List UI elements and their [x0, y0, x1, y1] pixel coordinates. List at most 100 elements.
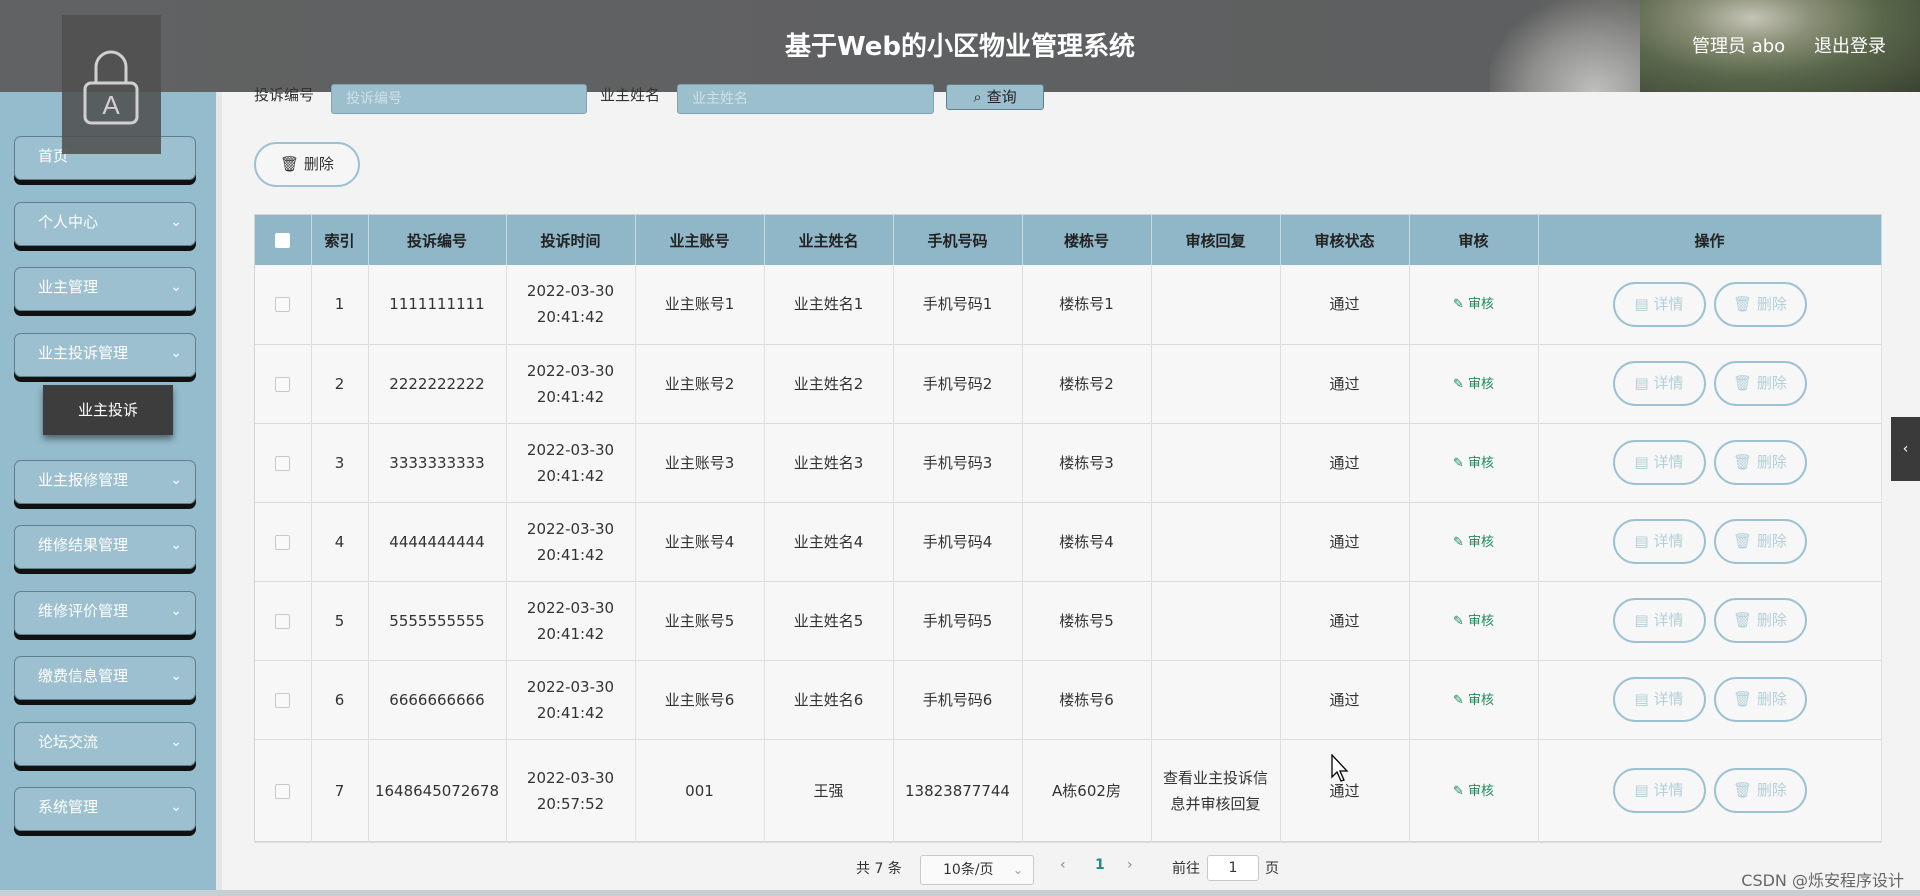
next-page-button[interactable]: ›	[1127, 857, 1133, 873]
delete-button[interactable]: 🗑 删除	[1713, 440, 1807, 485]
delete-button-label: 删除	[1756, 690, 1787, 708]
audit-link[interactable]: ✎ 审核	[1453, 297, 1494, 312]
delete-button[interactable]: 🗑 删除	[1713, 677, 1807, 722]
table-row: 7 1648645072678 2022-03-30 20:57:52 001 王强 13…	[255, 739, 1882, 842]
goto-page-input[interactable]: 1	[1207, 855, 1259, 881]
cell-status: 通过	[1280, 502, 1410, 581]
owner-name-input[interactable]: 业主姓名	[677, 84, 934, 114]
document-icon: ▤	[1634, 781, 1654, 799]
sidebar-item[interactable]: 论坛交流 ⌄	[14, 722, 196, 766]
sidebar-item[interactable]: 业主报修管理 ⌄	[14, 460, 196, 504]
cell-index: 1	[311, 265, 369, 344]
select-all-checkbox[interactable]	[275, 233, 291, 248]
cell-code: 3333333333	[368, 423, 507, 502]
delete-button-label: 删除	[1756, 781, 1787, 799]
delete-button[interactable]: 🗑 删除	[1713, 519, 1807, 564]
detail-button[interactable]: ▤ 详情	[1612, 440, 1706, 485]
sidebar-item[interactable]: 业主管理 ⌄	[14, 267, 196, 311]
sidebar-item[interactable]: 维修评价管理 ⌄	[14, 591, 196, 635]
chevron-down-icon: ⌄	[170, 214, 182, 230]
cell-status: 通过	[1280, 344, 1410, 423]
page-number[interactable]: 1	[1095, 857, 1105, 873]
row-checkbox[interactable]	[275, 455, 291, 471]
audit-link[interactable]: ✎ 审核	[1453, 693, 1494, 708]
cell-account: 业主账号3	[635, 423, 765, 502]
sidebar-item[interactable]: 缴费信息管理 ⌄	[14, 656, 196, 700]
sidebar-item[interactable]: 维修结果管理 ⌄	[14, 525, 196, 569]
chevron-down-icon: ⌄	[170, 668, 182, 684]
document-icon: ▤	[1634, 611, 1654, 629]
row-checkbox[interactable]	[275, 692, 291, 708]
detail-button-label: 详情	[1653, 532, 1684, 550]
sidebar-subitem-owner-complaint[interactable]: 业主投诉	[43, 385, 173, 435]
pencil-icon: ✎	[1452, 692, 1468, 708]
cell-code: 1648645072678	[368, 739, 507, 842]
delete-button[interactable]: 🗑 删除	[1713, 281, 1807, 327]
delete-button[interactable]: 🗑 删除	[1713, 768, 1807, 813]
audit-link-label: 审核	[1468, 613, 1495, 629]
column-header: 业主姓名	[764, 215, 894, 265]
audit-link[interactable]: ✎ 审核	[1453, 784, 1494, 799]
row-select-cell	[255, 344, 312, 423]
delete-button[interactable]: 🗑 删除	[1713, 598, 1807, 643]
search-button[interactable]: ⌕ 查询	[946, 84, 1044, 110]
audit-link[interactable]: ✎ 审核	[1453, 614, 1494, 629]
cell-name: 业主姓名6	[764, 660, 894, 739]
complaint-code-input[interactable]: 投诉编号	[331, 84, 587, 114]
row-checkbox[interactable]	[275, 297, 291, 313]
batch-delete-button[interactable]: 🗑 删除	[254, 142, 360, 187]
sidebar-item-label: 业主报修管理	[38, 471, 129, 489]
row-checkbox[interactable]	[275, 534, 291, 550]
detail-button-label: 详情	[1653, 611, 1684, 629]
detail-button[interactable]: ▤ 详情	[1612, 677, 1706, 722]
column-header: 业主账号	[635, 215, 765, 265]
detail-button-label: 详情	[1653, 453, 1684, 471]
cell-reply	[1151, 581, 1281, 660]
collapse-panel-button[interactable]: ‹	[1891, 417, 1920, 481]
cell-name: 业主姓名1	[764, 265, 894, 344]
row-select-cell	[255, 739, 312, 842]
detail-button-label: 详情	[1653, 690, 1684, 708]
detail-button[interactable]: ▤ 详情	[1612, 361, 1706, 406]
document-icon: ▤	[1634, 532, 1654, 550]
row-checkbox[interactable]	[275, 376, 291, 392]
detail-button[interactable]: ▤ 详情	[1612, 519, 1706, 564]
pencil-icon: ✎	[1452, 297, 1468, 313]
cell-account: 业主账号6	[635, 660, 765, 739]
chevron-down-icon: ⌄	[1012, 863, 1023, 877]
sidebar-item-label: 业主投诉管理	[38, 344, 129, 362]
table-row: 5 5555555555 2022-03-30 20:41:42 业主账号5 业主姓名5…	[255, 581, 1882, 660]
cell-name: 业主姓名5	[764, 581, 894, 660]
cell-building: 楼栋号1	[1022, 265, 1152, 344]
watermark: CSDN @烁安程序设计	[1741, 871, 1904, 890]
cell-account: 业主账号1	[635, 265, 765, 344]
actions-cell: ▤ 详情 🗑 删除	[1538, 265, 1882, 344]
cell-phone: 13823877744	[893, 739, 1023, 842]
detail-button[interactable]: ▤ 详情	[1612, 768, 1706, 813]
chevron-down-icon: ⌄	[170, 472, 182, 488]
delete-button[interactable]: 🗑 删除	[1713, 361, 1807, 406]
cell-index: 4	[311, 502, 369, 581]
prev-page-button[interactable]: ‹	[1060, 857, 1066, 873]
row-select-cell	[255, 581, 312, 660]
search-button-label: 查询	[986, 88, 1017, 106]
audit-link[interactable]: ✎ 审核	[1453, 377, 1494, 392]
logout-link[interactable]: 退出登录	[1814, 32, 1886, 58]
svg-text:A: A	[102, 90, 120, 120]
sidebar-item[interactable]: 个人中心 ⌄	[14, 202, 196, 246]
cell-phone: 手机号码4	[893, 502, 1023, 581]
detail-button[interactable]: ▤ 详情	[1612, 598, 1706, 643]
column-header: 操作	[1538, 215, 1882, 265]
sidebar-item-label: 维修结果管理	[38, 536, 129, 554]
audit-link[interactable]: ✎ 审核	[1453, 535, 1494, 550]
row-checkbox[interactable]	[275, 783, 291, 799]
page-size-select[interactable]: 10条/页 ⌄	[920, 855, 1034, 885]
sidebar-item[interactable]: 系统管理 ⌄	[14, 787, 196, 831]
sidebar-item[interactable]: 业主投诉管理 ⌄	[14, 333, 196, 377]
row-checkbox[interactable]	[275, 613, 291, 629]
trash-icon: 🗑	[1733, 781, 1757, 799]
actions-cell: ▤ 详情 🗑 删除	[1538, 344, 1882, 423]
audit-link-label: 审核	[1468, 534, 1495, 550]
audit-link[interactable]: ✎ 审核	[1453, 456, 1494, 471]
detail-button[interactable]: ▤ 详情	[1612, 281, 1706, 327]
